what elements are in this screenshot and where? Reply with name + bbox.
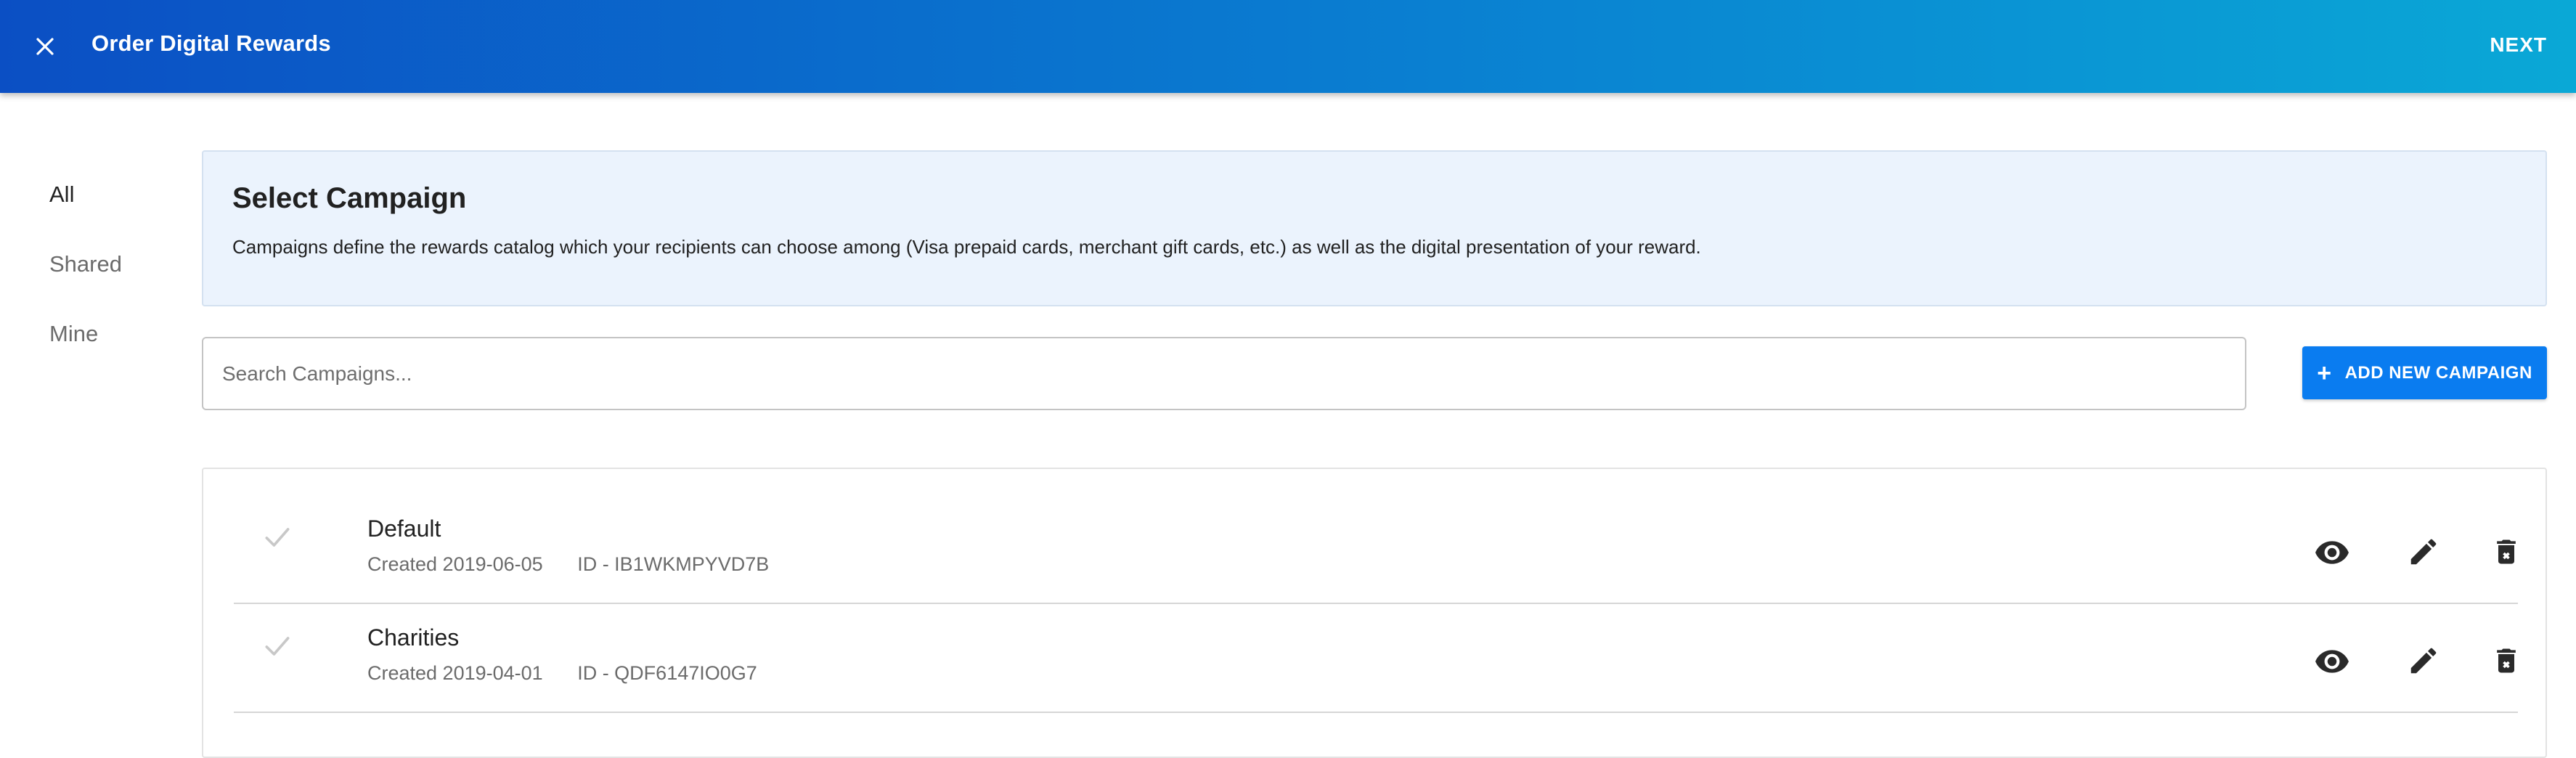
campaign-info-box: Select Campaign Campaigns define the rew… — [202, 150, 2547, 306]
campaign-list: Default Created 2019-06-05 ID - IB1WKMPY… — [202, 468, 2547, 758]
campaign-created-date: Created 2019-04-01 — [367, 662, 543, 684]
page-title: Order Digital Rewards — [91, 30, 331, 56]
view-icon — [2315, 541, 2349, 564]
campaign-name: Default — [367, 515, 441, 542]
filter-nav: All Shared Mine — [49, 174, 122, 383]
next-button[interactable]: NEXT — [2490, 33, 2547, 57]
view-button[interactable] — [2310, 639, 2354, 682]
filter-shared[interactable]: Shared — [49, 244, 122, 314]
campaign-id: ID - QDF6147IO0G7 — [577, 662, 757, 684]
filter-all[interactable]: All — [49, 174, 122, 244]
add-new-campaign-button[interactable]: + ADD NEW CAMPAIGN — [2302, 346, 2547, 399]
view-button[interactable] — [2310, 530, 2354, 574]
close-icon — [36, 38, 54, 55]
delete-button[interactable] — [2485, 639, 2528, 682]
check-icon — [265, 528, 290, 547]
add-new-campaign-label: ADD NEW CAMPAIGN — [2344, 362, 2532, 383]
campaign-id: ID - IB1WKMPYVD7B — [577, 553, 770, 575]
delete-icon — [2497, 648, 2516, 673]
campaign-meta: Created 2019-04-01 ID - QDF6147IO0G7 — [367, 662, 757, 685]
view-icon — [2315, 650, 2349, 673]
app-header: Order Digital Rewards NEXT — [0, 0, 2576, 93]
campaign-name: Charities — [367, 624, 460, 651]
search-field[interactable] — [202, 337, 2246, 410]
filter-mine[interactable]: Mine — [49, 314, 122, 383]
plus-icon: + — [2317, 359, 2332, 387]
campaign-row[interactable]: Default Created 2019-06-05 ID - IB1WKMPY… — [234, 495, 2518, 604]
check-icon — [265, 637, 290, 656]
edit-button[interactable] — [2402, 530, 2445, 574]
close-button[interactable] — [28, 29, 62, 64]
edit-icon — [2410, 648, 2437, 674]
edit-icon — [2410, 539, 2437, 565]
search-input[interactable] — [203, 338, 2245, 409]
delete-button[interactable] — [2485, 530, 2528, 574]
section-title: Select Campaign — [232, 182, 467, 214]
campaign-meta: Created 2019-06-05 ID - IB1WKMPYVD7B — [367, 553, 769, 576]
campaign-created-date: Created 2019-06-05 — [367, 553, 543, 575]
campaign-row[interactable]: Charities Created 2019-04-01 ID - QDF614… — [234, 604, 2518, 713]
edit-button[interactable] — [2402, 639, 2445, 682]
delete-icon — [2497, 539, 2516, 564]
section-description: Campaigns define the rewards catalog whi… — [232, 236, 1701, 258]
